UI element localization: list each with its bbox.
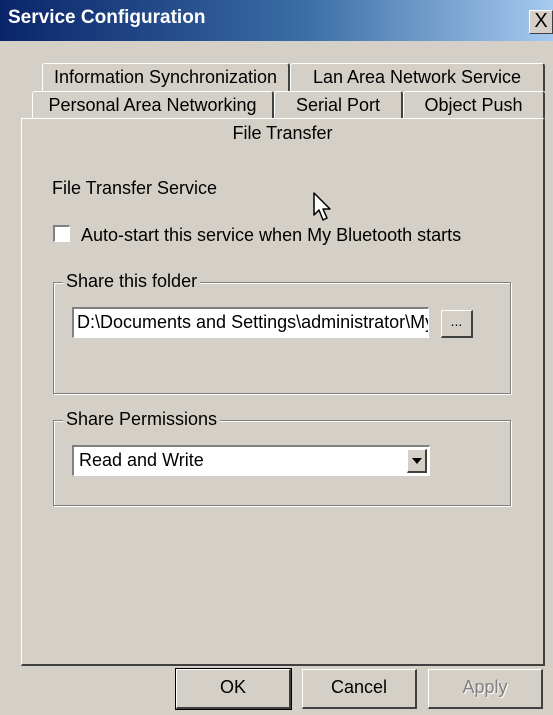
dropdown-button[interactable]: [407, 449, 427, 473]
browse-folder-button[interactable]: ...: [441, 310, 473, 338]
window-title: Service Configuration: [8, 7, 206, 28]
close-button[interactable]: X: [529, 10, 553, 34]
share-folder-path-input[interactable]: D:\Documents and Settings\administrator\…: [72, 307, 429, 338]
tab-personal-area-networking[interactable]: Personal Area Networking: [32, 91, 274, 119]
tab-lan-area-network-service[interactable]: Lan Area Network Service: [290, 63, 545, 91]
title-bar[interactable]: Service Configuration X: [0, 0, 553, 41]
tab-label: Serial Port: [295, 95, 381, 115]
tab-label: Information Synchronization: [53, 67, 278, 87]
autostart-label[interactable]: Auto-start this service when My Bluetoot…: [81, 225, 461, 246]
share-permissions-value: Read and Write: [79, 450, 204, 470]
tab-label: File Transfer: [232, 123, 333, 143]
tab-label: Lan Area Network Service: [312, 67, 522, 87]
apply-button: Apply: [428, 669, 543, 709]
share-permissions-group-title: Share Permissions: [63, 409, 221, 430]
tab-information-synchronization[interactable]: Information Synchronization: [42, 63, 290, 91]
tab-label: Personal Area Networking: [48, 95, 257, 115]
autostart-checkbox[interactable]: [53, 225, 70, 242]
mouse-pointer-icon: [313, 192, 331, 221]
service-label: File Transfer Service: [52, 178, 218, 198]
share-permissions-select[interactable]: Read and Write: [72, 445, 430, 476]
cancel-button[interactable]: Cancel: [302, 669, 417, 709]
tab-object-push[interactable]: Object Push: [403, 91, 545, 119]
close-icon: X: [534, 10, 548, 32]
tab-file-transfer[interactable]: File Transfer: [21, 118, 545, 148]
chevron-down-icon: [411, 458, 422, 464]
tab-panel: [21, 146, 545, 666]
share-folder-group: [53, 282, 511, 394]
tab-serial-port[interactable]: Serial Port: [274, 91, 403, 119]
tab-label: Object Push: [424, 95, 523, 115]
ok-button[interactable]: OK: [175, 668, 292, 710]
service-configuration-dialog: Service Configuration X Information Sync…: [0, 0, 553, 715]
share-folder-group-title: Share this folder: [63, 271, 201, 292]
